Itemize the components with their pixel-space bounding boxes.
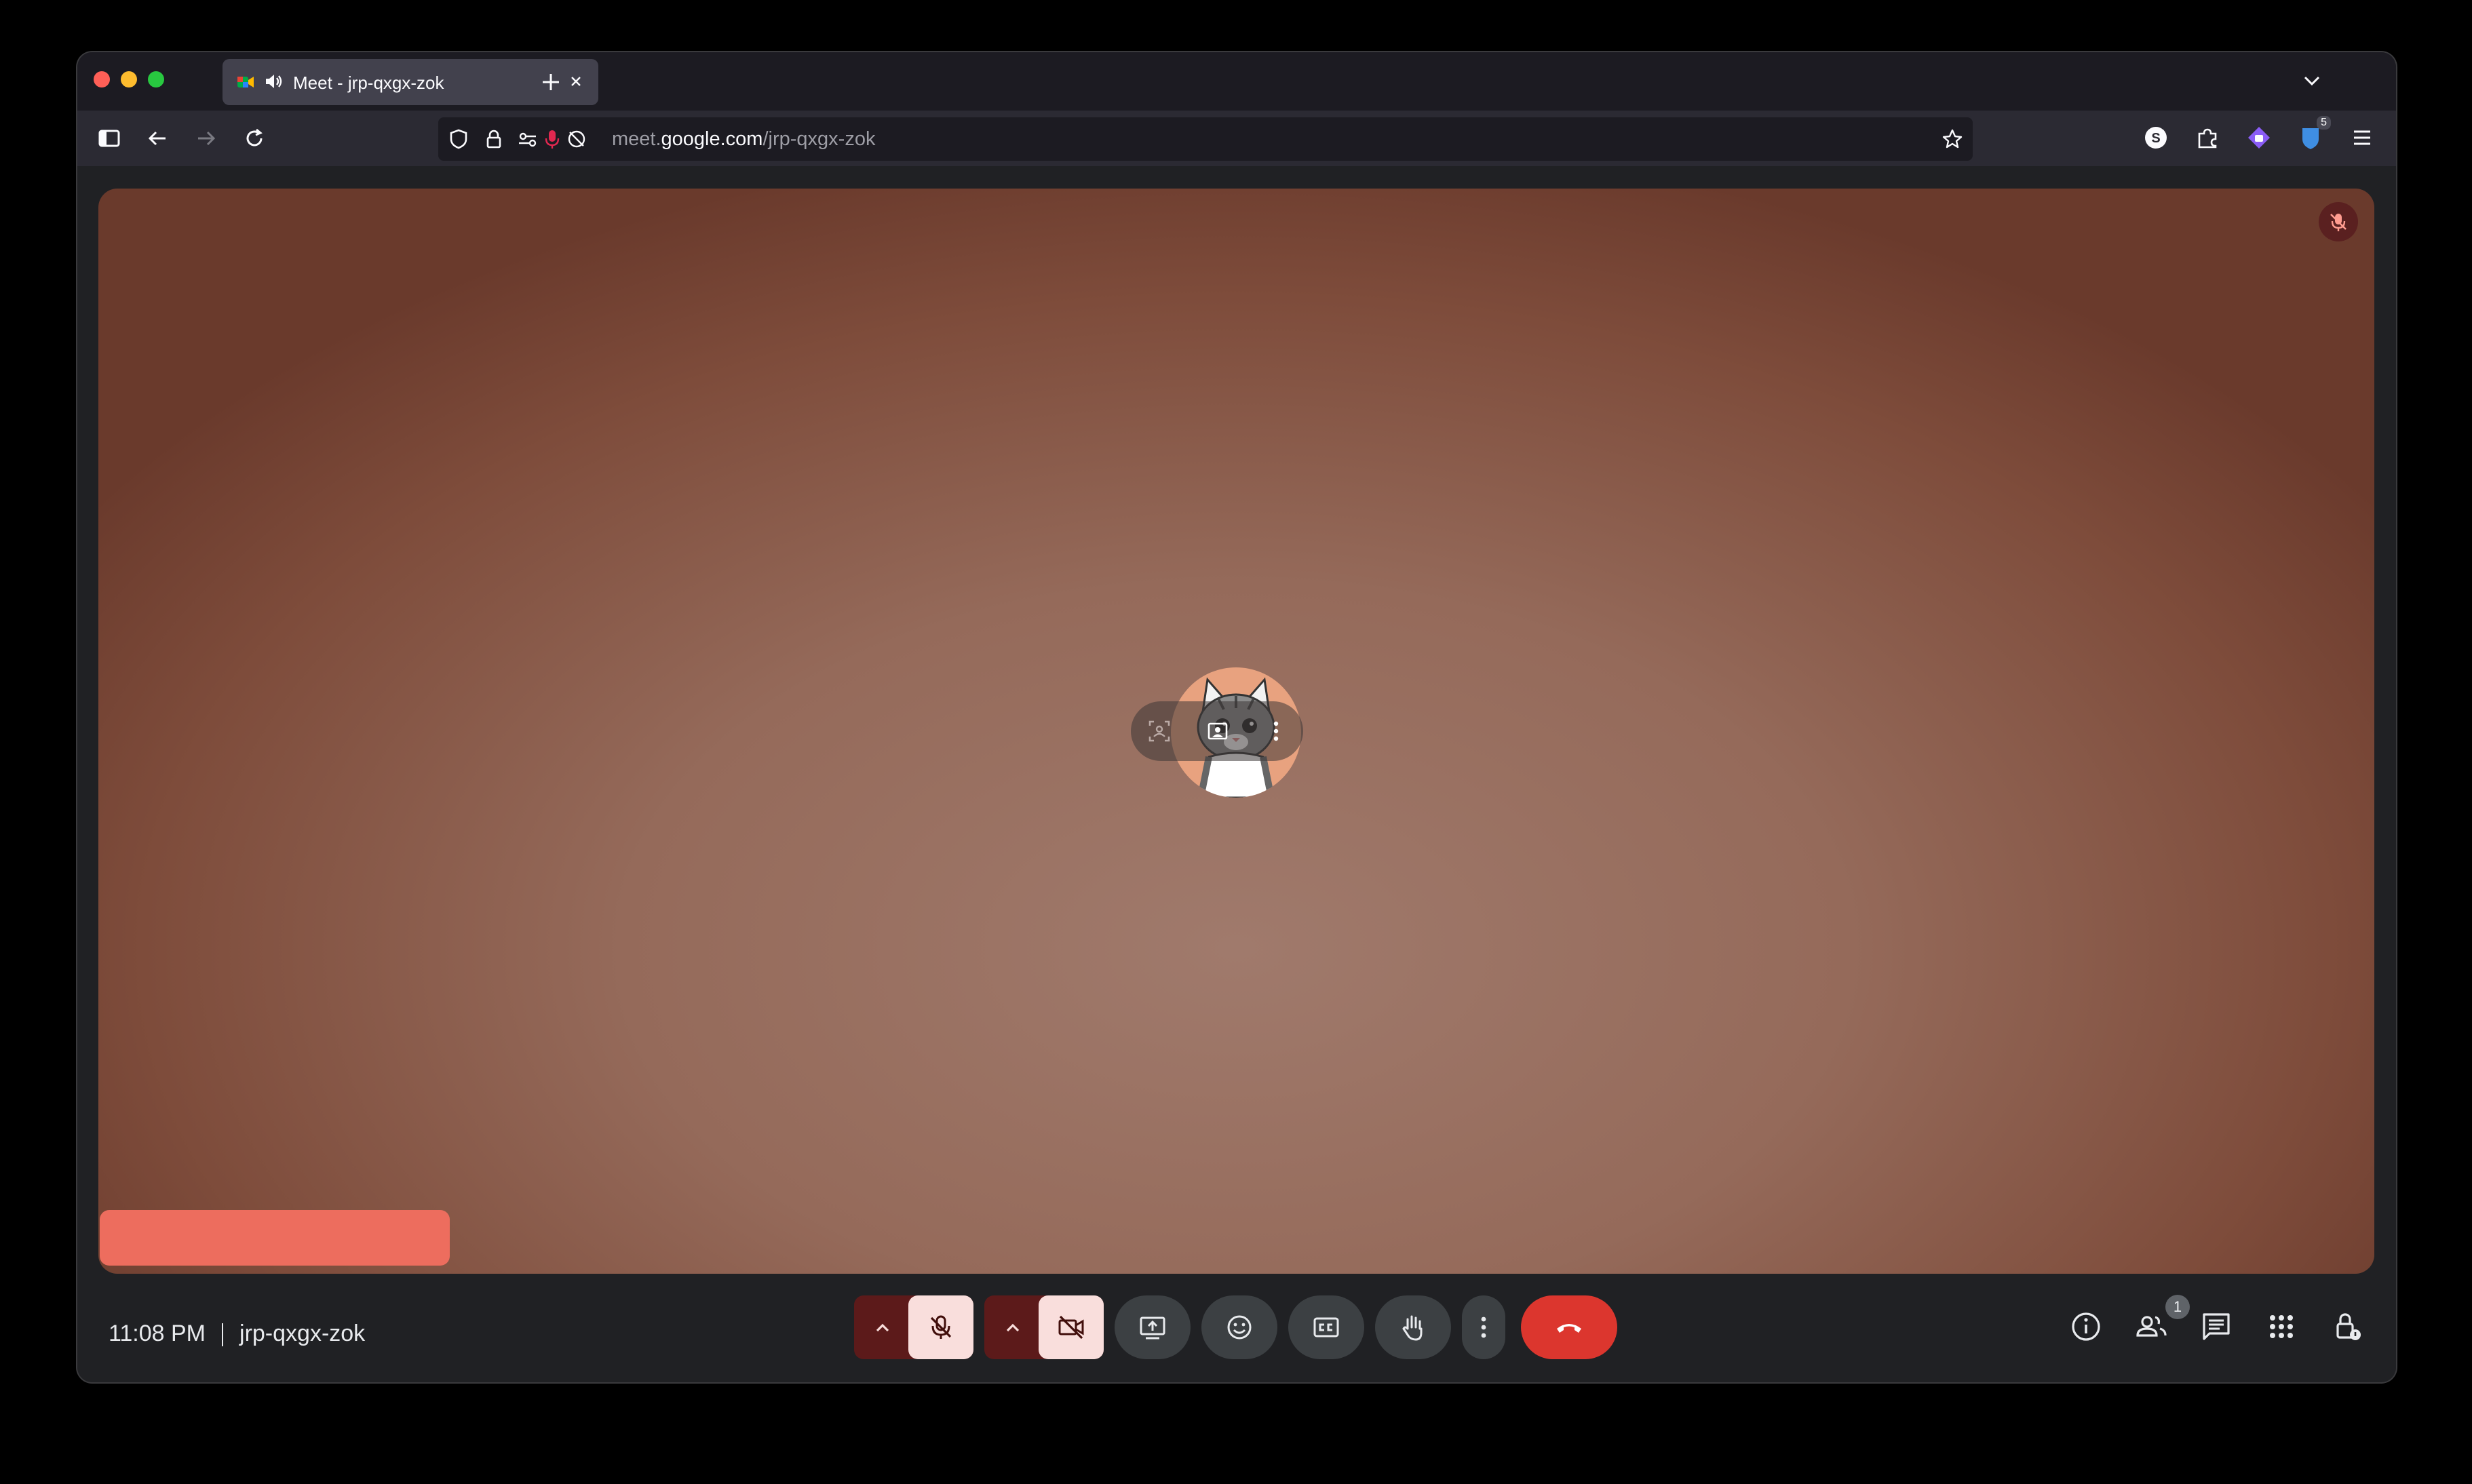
- url-path: /jrp-qxgx-zok: [762, 128, 876, 150]
- forward-arrow-icon[interactable]: [193, 125, 218, 151]
- camera-blocked-icon[interactable]: [564, 127, 589, 151]
- mic-off-icon: [2330, 214, 2347, 231]
- participant-mic-off-indicator: [2319, 202, 2358, 241]
- people-icon[interactable]: [2134, 1310, 2168, 1344]
- meeting-details: 11:08 PM jrp-qxgx-zok: [109, 1321, 365, 1347]
- proton-pass-icon[interactable]: [2245, 124, 2273, 151]
- divider: [222, 1323, 224, 1347]
- url-text[interactable]: meet.google.com/jrp-qxgx-zok: [612, 128, 875, 151]
- more-vert-icon: [1481, 1316, 1486, 1338]
- close-window-button[interactable]: [94, 71, 110, 87]
- url-host: google.com: [661, 128, 763, 150]
- tab-title: Meet - jrp-qxgx-zok: [293, 73, 444, 93]
- video-options-chevron-icon[interactable]: [1001, 1316, 1025, 1340]
- present-screen-icon: [1140, 1316, 1165, 1340]
- frame-participant-icon[interactable]: [1146, 718, 1173, 745]
- mute-microphone-button[interactable]: [908, 1295, 973, 1359]
- tab-strip: Meet - jrp-qxgx-zok: [77, 52, 2396, 111]
- meet-favicon-icon: [237, 77, 254, 87]
- closed-captions-icon: [1313, 1317, 1339, 1337]
- turn-off-camera-button[interactable]: [1039, 1295, 1104, 1359]
- permissions-icon[interactable]: [516, 127, 540, 151]
- reload-icon[interactable]: [242, 125, 267, 151]
- participants-count-badge: 1: [2165, 1295, 2190, 1319]
- sidebar-toggle-icon[interactable]: [96, 125, 122, 151]
- emoji-icon: [1227, 1315, 1252, 1340]
- list-all-tabs-chevron-icon[interactable]: [2300, 69, 2324, 93]
- bookmark-star-icon[interactable]: [1940, 127, 1965, 151]
- extension-badge: 5: [2317, 116, 2331, 130]
- bitwarden-extension-icon[interactable]: 5: [2297, 116, 2331, 151]
- meet-app: 11:08 PM jrp-qxgx-zok 1: [77, 166, 2396, 1382]
- meeting-code: jrp-qxgx-zok: [239, 1321, 366, 1346]
- send-reaction-button[interactable]: [1201, 1295, 1277, 1359]
- more-options-button[interactable]: [1462, 1295, 1505, 1359]
- current-time: 11:08 PM: [109, 1321, 206, 1346]
- svg-text:S: S: [2151, 131, 2160, 146]
- skype-extension-icon[interactable]: S: [2142, 124, 2169, 151]
- back-arrow-icon[interactable]: [145, 125, 171, 151]
- camera-control-group: [984, 1295, 1104, 1359]
- meeting-control-bar: 11:08 PM jrp-qxgx-zok 1: [77, 1278, 2396, 1380]
- leave-call-button[interactable]: [1521, 1295, 1617, 1359]
- participant-name-tag: [100, 1210, 450, 1266]
- close-icon[interactable]: [566, 71, 586, 92]
- tile-hover-controls: [1131, 701, 1303, 761]
- url-subdomain: meet.: [612, 128, 661, 150]
- activities-apps-icon[interactable]: [2264, 1310, 2298, 1344]
- present-now-button[interactable]: [1115, 1295, 1191, 1359]
- camera-off-icon: [1058, 1315, 1084, 1340]
- call-end-icon: [1557, 1324, 1581, 1333]
- more-options-icon[interactable]: [1262, 718, 1290, 745]
- app-menu-icon[interactable]: [2349, 124, 2376, 151]
- speaker-icon[interactable]: [263, 71, 284, 92]
- participant-video-tile[interactable]: [98, 189, 2374, 1274]
- navigation-toolbar: meet.google.com/jrp-qxgx-zok S 5: [77, 111, 2396, 166]
- raise-hand-button[interactable]: [1375, 1295, 1451, 1359]
- tracking-protection-shield-icon[interactable]: [446, 127, 471, 151]
- browser-window: Meet - jrp-qxgx-zok meet.google.com/jrp-…: [77, 52, 2396, 1382]
- microphone-in-use-icon[interactable]: [540, 127, 564, 151]
- raise-hand-icon: [1402, 1315, 1423, 1341]
- captions-button[interactable]: [1288, 1295, 1364, 1359]
- host-controls-lock-icon[interactable]: [2331, 1310, 2365, 1344]
- zoom-window-button[interactable]: [148, 71, 164, 87]
- address-bar[interactable]: meet.google.com/jrp-qxgx-zok: [438, 117, 1973, 161]
- mic-off-icon: [930, 1315, 952, 1339]
- microphone-control-group: [854, 1295, 973, 1359]
- pin-to-screen-icon[interactable]: [1204, 718, 1231, 745]
- meeting-details-info-icon[interactable]: [2069, 1310, 2103, 1344]
- chat-icon[interactable]: [2199, 1310, 2233, 1344]
- audio-options-chevron-icon[interactable]: [870, 1316, 895, 1340]
- minimize-window-button[interactable]: [121, 71, 137, 87]
- lock-icon[interactable]: [482, 127, 506, 151]
- extensions-puzzle-icon[interactable]: [2194, 124, 2221, 151]
- new-tab-button[interactable]: [539, 70, 563, 94]
